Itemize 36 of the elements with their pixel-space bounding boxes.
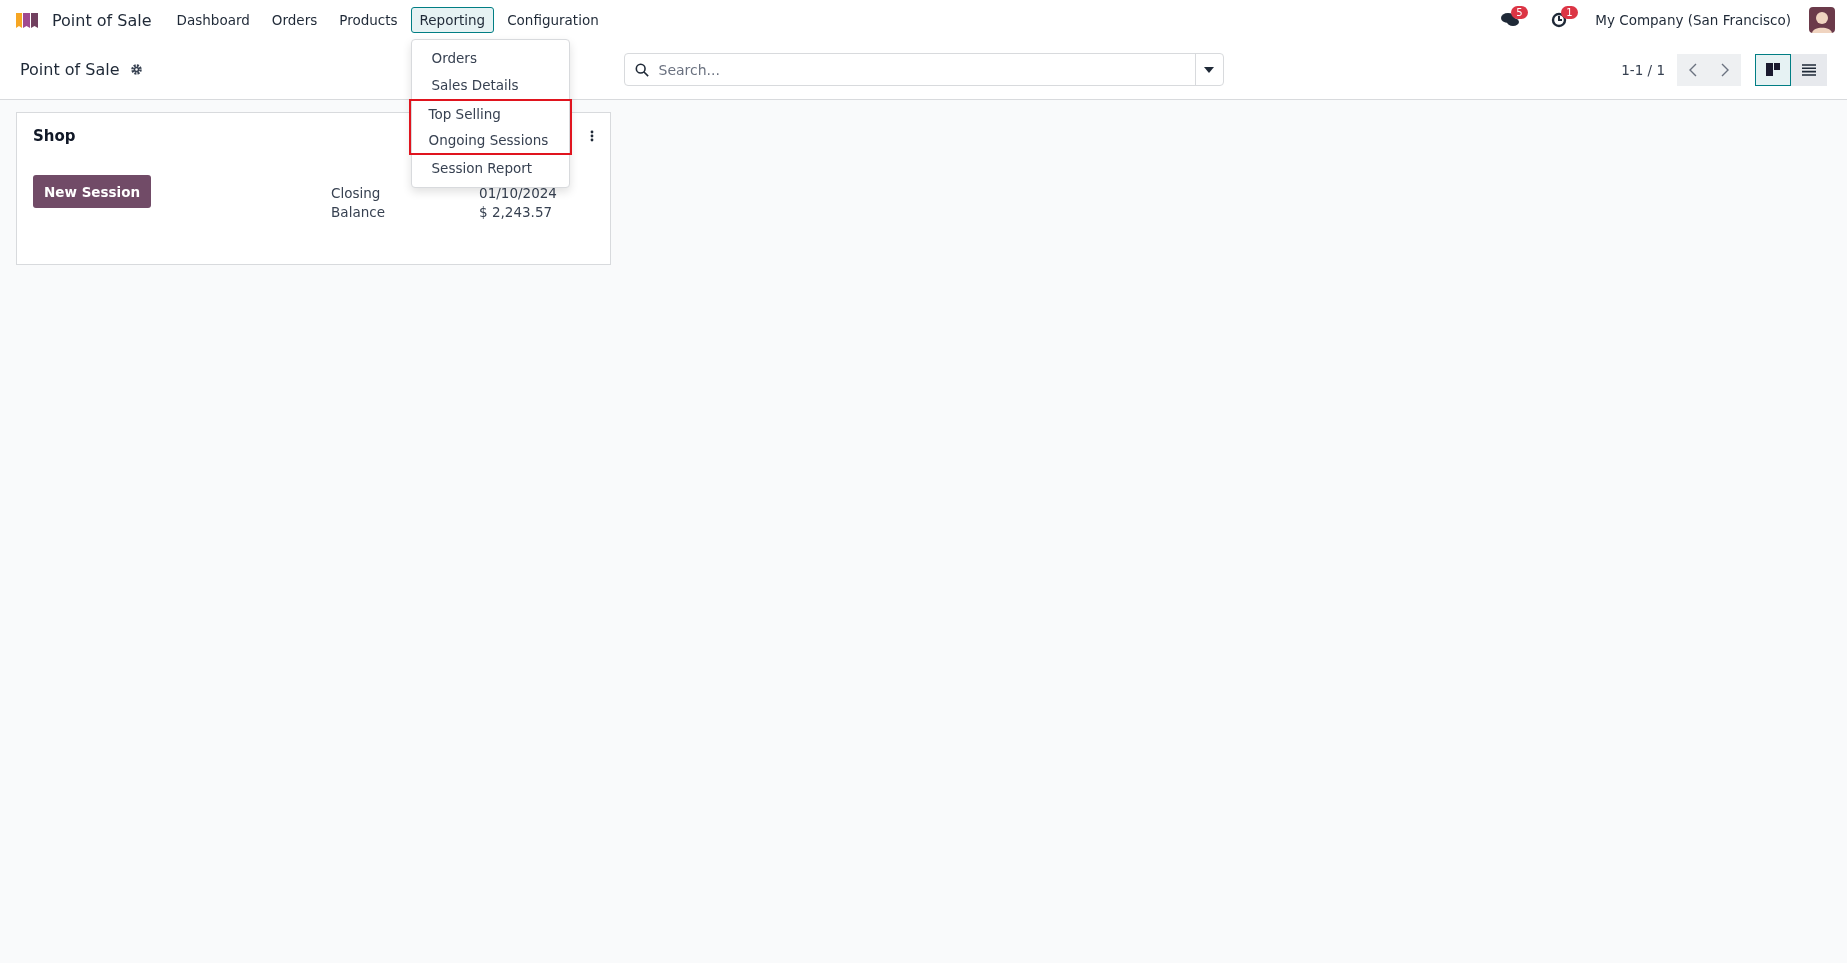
chevron-left-icon — [1689, 62, 1697, 77]
user-avatar[interactable] — [1809, 7, 1835, 33]
activity-count: 1 — [1561, 6, 1578, 19]
chevron-right-icon — [1721, 62, 1729, 77]
app-name[interactable]: Point of Sale — [52, 10, 152, 30]
logo-icon — [14, 10, 40, 30]
card-title: Shop — [33, 127, 76, 145]
pager-value[interactable]: 1-1 / 1 — [1621, 61, 1665, 78]
menu-item[interactable]: Reporting — [410, 7, 495, 33]
settings-icon[interactable] — [129, 63, 143, 76]
menu-item[interactable]: Configuration — [498, 7, 608, 33]
menu-item[interactable]: Orders — [262, 7, 327, 33]
list-view-button[interactable] — [1791, 53, 1827, 86]
company-name[interactable]: My Company (San Francisco) — [1595, 12, 1791, 28]
field-label: Balance — [331, 204, 386, 220]
dropdown-item[interactable]: Sales Details — [411, 72, 569, 99]
dropdown-item[interactable]: Top Selling — [410, 101, 570, 127]
new-session-button[interactable]: New Session — [33, 175, 152, 208]
menu-item[interactable]: Products — [330, 7, 407, 33]
clock-icon[interactable] — [1551, 12, 1568, 28]
kanban-icon — [1766, 63, 1780, 76]
search-icon — [634, 62, 649, 77]
dropdown-item[interactable]: Orders — [411, 45, 569, 72]
field-label: Closing — [331, 185, 382, 201]
menu-item[interactable]: Dashboard — [167, 7, 259, 33]
field-value: $ 2,243.57 — [479, 204, 554, 220]
list-icon — [1802, 63, 1816, 76]
dropdown-item[interactable]: Ongoing Sessions — [410, 127, 570, 153]
kanban-view-button[interactable] — [1755, 53, 1791, 86]
dropdown-item[interactable]: Session Report — [411, 155, 569, 182]
field-value: 01/10/2024 — [479, 185, 557, 201]
message-count: 5 — [1511, 6, 1528, 19]
kebab-menu-icon[interactable] — [590, 130, 594, 142]
search-field[interactable]: Search... — [656, 54, 1195, 85]
search-bar[interactable]: Search... — [623, 53, 1224, 86]
page-title: Point of Sale — [20, 60, 120, 79]
